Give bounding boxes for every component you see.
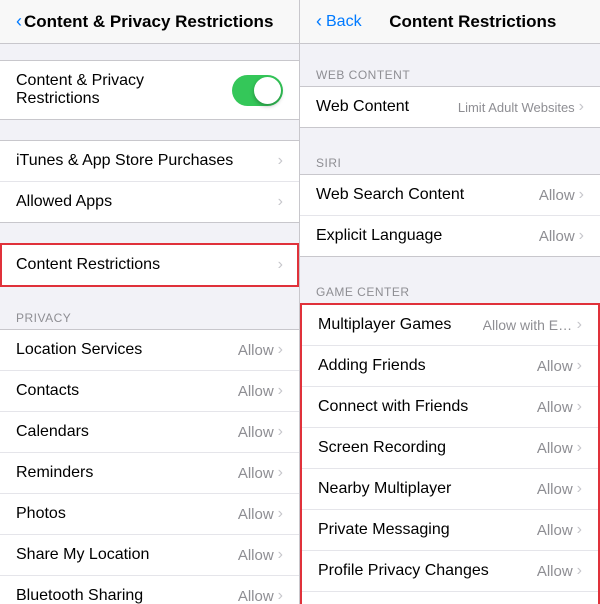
- calendars-row[interactable]: Calendars Allow ›: [0, 412, 299, 453]
- screen-recording-value: Allow: [537, 440, 573, 457]
- left-nav-bar: ‹ Content & Privacy Restrictions: [0, 0, 299, 44]
- explicit-lang-label: Explicit Language: [316, 227, 539, 245]
- web-search-label: Web Search Content: [316, 186, 539, 204]
- location-row[interactable]: Location Services Allow ›: [0, 330, 299, 371]
- web-content-list: Web Content Limit Adult Websites ›: [300, 86, 600, 128]
- itunes-row[interactable]: iTunes & App Store Purchases ›: [0, 141, 299, 182]
- allowed-apps-label: Allowed Apps: [16, 193, 278, 211]
- web-search-value: Allow: [539, 187, 575, 204]
- game-center-section-wrapper: GAME CENTER Multiplayer Games Allow with…: [300, 277, 600, 604]
- allowed-apps-row[interactable]: Allowed Apps ›: [0, 182, 299, 222]
- multiplayer-value: Allow with Every...: [483, 317, 573, 333]
- web-search-row[interactable]: Web Search Content Allow ›: [300, 175, 600, 216]
- content-restrictions-row[interactable]: Content Restrictions ›: [0, 243, 299, 287]
- connect-friends-row[interactable]: Connect with Friends Allow ›: [302, 387, 598, 428]
- itunes-label: iTunes & App Store Purchases: [16, 152, 278, 170]
- reminders-label: Reminders: [16, 464, 238, 482]
- siri-label: SIRI: [300, 148, 600, 174]
- location-label: Location Services: [16, 341, 238, 359]
- private-msg-label: Private Messaging: [318, 521, 537, 539]
- privacy-section: PRIVACY Location Services Allow › Contac…: [0, 303, 299, 604]
- privacy-label: PRIVACY: [0, 303, 299, 329]
- toggle-switch[interactable]: [232, 75, 283, 106]
- calendars-label: Calendars: [16, 423, 238, 441]
- screen-recording-row[interactable]: Screen Recording Allow ›: [302, 428, 598, 469]
- adding-friends-value: Allow: [537, 358, 573, 375]
- bluetooth-value: Allow: [238, 588, 274, 604]
- bluetooth-label: Bluetooth Sharing: [16, 587, 238, 604]
- game-center-label: GAME CENTER: [300, 277, 600, 303]
- web-content-row-value: Limit Adult Websites: [458, 100, 575, 115]
- adding-friends-label: Adding Friends: [318, 357, 537, 375]
- contacts-value: Allow: [238, 383, 274, 400]
- left-nav-title: Content & Privacy Restrictions: [24, 12, 283, 32]
- left-panel: ‹ Content & Privacy Restrictions Content…: [0, 0, 300, 604]
- right-scroll-area[interactable]: WEB CONTENT Web Content Limit Adult Webs…: [300, 44, 600, 604]
- content-restrictions-chevron: ›: [278, 256, 283, 274]
- share-location-row[interactable]: Share My Location Allow ›: [0, 535, 299, 576]
- content-restrictions-label: Content Restrictions: [16, 256, 278, 274]
- toggle-label: Content & Privacy Restrictions: [16, 72, 232, 108]
- left-back-arrow: ‹: [16, 11, 22, 32]
- photos-label: Photos: [16, 505, 238, 523]
- siri-section: SIRI Web Search Content Allow › Explicit…: [300, 148, 600, 257]
- connect-friends-label: Connect with Friends: [318, 398, 537, 416]
- menu-section: iTunes & App Store Purchases › Allowed A…: [0, 140, 299, 223]
- location-value: Allow: [238, 342, 274, 359]
- reminders-value: Allow: [238, 465, 274, 482]
- right-panel: ‹ Back Content Restrictions WEB CONTENT …: [300, 0, 600, 604]
- privacy-list: Location Services Allow › Contacts Allow…: [0, 329, 299, 604]
- game-center-list: Multiplayer Games Allow with Every... › …: [300, 303, 600, 604]
- private-msg-value: Allow: [537, 522, 573, 539]
- explicit-lang-row[interactable]: Explicit Language Allow ›: [300, 216, 600, 256]
- nearby-multi-label: Nearby Multiplayer: [318, 480, 537, 498]
- itunes-chevron: ›: [278, 152, 283, 170]
- siri-list: Web Search Content Allow › Explicit Lang…: [300, 174, 600, 257]
- multiplayer-label: Multiplayer Games: [318, 316, 483, 334]
- reminders-row[interactable]: Reminders Allow ›: [0, 453, 299, 494]
- allowed-apps-chevron: ›: [278, 193, 283, 211]
- share-location-value: Allow: [238, 547, 274, 564]
- bluetooth-row[interactable]: Bluetooth Sharing Allow ›: [0, 576, 299, 604]
- right-nav-title: Content Restrictions: [362, 12, 584, 32]
- right-back-label: Back: [326, 13, 362, 31]
- web-content-label: WEB CONTENT: [300, 60, 600, 86]
- nearby-multi-row[interactable]: Nearby Multiplayer Allow ›: [302, 469, 598, 510]
- adding-friends-row[interactable]: Adding Friends Allow ›: [302, 346, 598, 387]
- profile-privacy-row[interactable]: Profile Privacy Changes Allow ›: [302, 551, 598, 592]
- web-content-row[interactable]: Web Content Limit Adult Websites ›: [300, 87, 600, 127]
- connect-friends-value: Allow: [537, 399, 573, 416]
- multiplayer-row[interactable]: Multiplayer Games Allow with Every... ›: [302, 305, 598, 346]
- photos-row[interactable]: Photos Allow ›: [0, 494, 299, 535]
- explicit-lang-value: Allow: [539, 228, 575, 245]
- right-nav-bar: ‹ Back Content Restrictions: [300, 0, 600, 44]
- right-back-arrow: ‹: [316, 11, 322, 32]
- left-scroll-area[interactable]: Content & Privacy Restrictions iTunes & …: [0, 44, 299, 604]
- main-menu-section: iTunes & App Store Purchases › Allowed A…: [0, 140, 299, 287]
- calendars-value: Allow: [238, 424, 274, 441]
- nearby-multi-value: Allow: [537, 481, 573, 498]
- avatar-row[interactable]: Avatar & Nickname Changes Allow ›: [302, 592, 598, 604]
- private-msg-row[interactable]: Private Messaging Allow ›: [302, 510, 598, 551]
- photos-value: Allow: [238, 506, 274, 523]
- share-location-label: Share My Location: [16, 546, 238, 564]
- screen-recording-label: Screen Recording: [318, 439, 537, 457]
- right-back-button[interactable]: ‹ Back: [316, 11, 362, 32]
- web-content-row-label: Web Content: [316, 98, 458, 116]
- profile-privacy-label: Profile Privacy Changes: [318, 562, 537, 580]
- profile-privacy-value: Allow: [537, 563, 573, 580]
- contacts-label: Contacts: [16, 382, 238, 400]
- contacts-row[interactable]: Contacts Allow ›: [0, 371, 299, 412]
- content-privacy-toggle-row: Content & Privacy Restrictions: [0, 60, 299, 120]
- web-content-section: WEB CONTENT Web Content Limit Adult Webs…: [300, 60, 600, 128]
